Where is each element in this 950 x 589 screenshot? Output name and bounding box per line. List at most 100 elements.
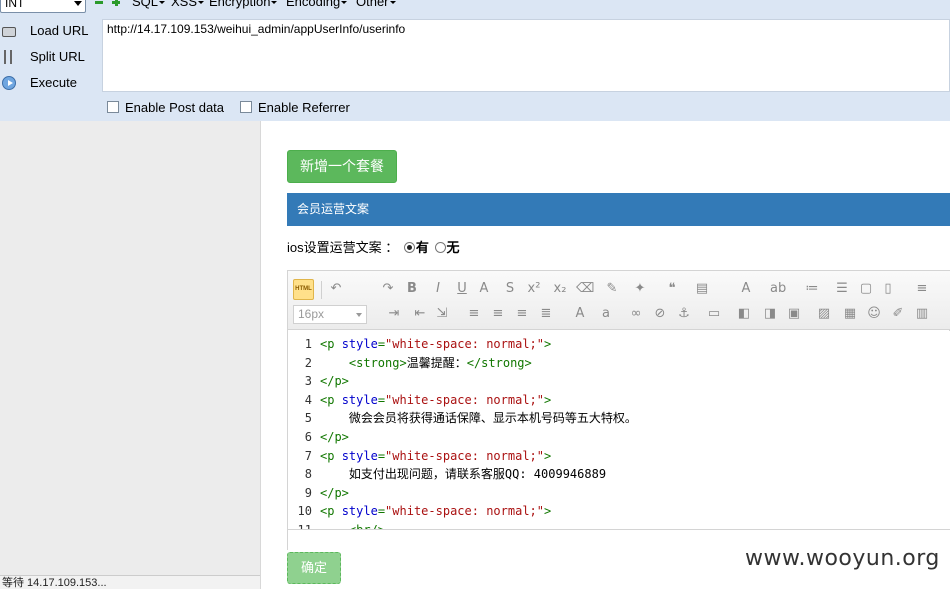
checkbox-box[interactable]	[107, 101, 119, 113]
blockquote-icon[interactable]: ❝	[664, 281, 680, 297]
checkbox-box[interactable]	[240, 101, 252, 113]
line-number: 9	[304, 485, 312, 500]
menu-xss-label: XSS	[171, 0, 198, 9]
hackbar-type-select[interactable]: INT	[0, 0, 86, 13]
menu-xss[interactable]: XSS	[171, 0, 205, 10]
paste-plain-icon[interactable]: ▤	[694, 281, 710, 297]
background-color-icon[interactable]: ab	[770, 281, 786, 297]
scrawl-icon[interactable]: ✐	[890, 306, 906, 322]
link-icon[interactable]: ∞	[628, 306, 644, 322]
hackbar-toolbar: INT SQL XSS Encryption Encoding Other Lo…	[0, 0, 950, 121]
url-input[interactable]	[102, 19, 950, 92]
caret-down-icon	[159, 1, 166, 5]
image-right-icon[interactable]: ◨	[762, 306, 778, 322]
redo-icon[interactable]: ↷	[380, 281, 396, 297]
ltr-icon[interactable]: ⇥	[386, 306, 402, 322]
ios-setting-label: ios设置运营文案 ：	[287, 240, 399, 255]
execute-button[interactable]: Execute	[0, 72, 100, 94]
ios-no-label: 无	[446, 240, 460, 255]
justify-justify-icon[interactable]: ≣	[538, 306, 554, 322]
remove-format-icon[interactable]: ⌫	[576, 281, 594, 297]
paragraph-icon[interactable]: ¶	[946, 281, 950, 297]
split-url-button[interactable]: Split URL	[0, 46, 100, 68]
decrease-icon[interactable]	[95, 0, 103, 6]
code-text: </p>	[320, 485, 349, 500]
confirm-button[interactable]: 确定	[287, 552, 341, 584]
ios-yes-radio[interactable]	[403, 242, 415, 253]
ios-yes-label: 有	[415, 240, 429, 255]
select-all-icon[interactable]: ▢	[858, 281, 874, 297]
html-source-button[interactable]: HTML	[293, 279, 314, 300]
menu-encryption[interactable]: Encryption	[209, 0, 278, 10]
load-url-button[interactable]: Load URL	[0, 20, 100, 42]
strikethrough-icon[interactable]: S	[502, 281, 518, 297]
uppercase-icon[interactable]: A	[572, 306, 588, 322]
ios-no-radio[interactable]	[434, 242, 446, 253]
insert-frame-icon[interactable]: ▥	[914, 306, 930, 322]
line-number: 1	[304, 337, 312, 351]
code-text: <p style="white-space: normal;">	[320, 337, 552, 351]
clear-doc-icon[interactable]: ▯	[880, 281, 896, 297]
row-spacing-icon[interactable]: ≡	[914, 281, 930, 297]
split-url-icon	[4, 50, 12, 64]
justify-left-icon[interactable]: ≡	[466, 306, 482, 322]
subscript-icon[interactable]: x₂	[552, 281, 568, 297]
code-text: </p>	[320, 430, 349, 444]
line-number: 4	[304, 392, 312, 407]
code-text: 如支付出现问题，请联系客服QQ: 4009946889	[320, 467, 607, 482]
menu-encryption-label: Encryption	[209, 0, 271, 9]
play-icon	[2, 76, 16, 90]
format-match-icon[interactable]: ✎	[604, 281, 620, 297]
line-number: 2	[304, 355, 312, 370]
load-url-label: Load URL	[30, 23, 89, 38]
underline-icon[interactable]: U	[454, 281, 470, 297]
insert-image-icon[interactable]: ▦	[842, 306, 858, 322]
image-none-icon[interactable]: ▭	[706, 306, 722, 322]
code-line: 7 <p style="white-space: normal;">	[288, 447, 950, 465]
font-color-icon[interactable]: A	[738, 281, 754, 297]
menu-encoding-label: Encoding	[286, 0, 341, 9]
code-editor[interactable]: 1 <p style="white-space: normal;"> 2 <stro…	[288, 331, 950, 529]
simple-upload-icon[interactable]: ▨	[816, 306, 832, 322]
indent-icon[interactable]: ⇲	[434, 306, 450, 322]
font-size-value: 16px	[298, 307, 325, 321]
enable-post-data-label: Enable Post data	[125, 100, 225, 115]
menu-sql[interactable]: SQL	[132, 0, 166, 10]
left-sidebar	[0, 121, 261, 589]
code-text: 微会会员将获得通话保障、显示本机号码等五大特权。	[320, 411, 637, 426]
ordered-list-icon[interactable]: ≔	[804, 281, 820, 297]
italic-icon[interactable]: I	[430, 281, 446, 297]
font-border-icon[interactable]: A	[476, 281, 492, 297]
image-left-icon[interactable]: ◧	[736, 306, 752, 322]
emotion-icon[interactable]: ☺	[866, 306, 882, 322]
editor-toolbar: HTML ↶↷BIUASx²x₂⌫✎✦❝▤Aab≔☰▢▯≡¶ 16px ⇥⇤⇲≡…	[288, 271, 950, 330]
code-text: <p style="white-space: normal;">	[320, 448, 552, 463]
ios-setting-row: ios设置运营文案 ： 有 无	[287, 240, 460, 256]
code-line: 3 </p>	[288, 372, 950, 390]
rtl-icon[interactable]: ⇤	[412, 306, 428, 322]
superscript-icon[interactable]: x²	[526, 281, 542, 297]
auto-typeset-icon[interactable]: ✦	[632, 281, 648, 297]
lowercase-icon[interactable]: a	[598, 306, 614, 322]
unlink-icon[interactable]: ⊘	[652, 306, 668, 322]
unordered-list-icon[interactable]: ☰	[834, 281, 850, 297]
justify-right-icon[interactable]: ≡	[514, 306, 530, 322]
font-size-select[interactable]: 16px	[293, 305, 367, 324]
increase-icon[interactable]	[112, 0, 120, 6]
justify-center-icon[interactable]: ≡	[490, 306, 506, 322]
menu-other[interactable]: Other	[356, 0, 396, 10]
menu-encoding[interactable]: Encoding	[286, 0, 348, 10]
caret-down-icon	[271, 1, 278, 5]
anchor-icon[interactable]: ⚓	[676, 306, 692, 322]
add-package-button[interactable]: 新增一个套餐	[287, 150, 397, 183]
chevron-down-icon	[356, 313, 362, 317]
bold-icon[interactable]: B	[404, 281, 420, 297]
image-center-icon[interactable]: ▣	[786, 306, 802, 322]
undo-icon[interactable]: ↶	[328, 281, 344, 297]
code-text: <p style="white-space: normal;">	[320, 504, 552, 519]
line-number: 6	[304, 430, 312, 444]
rich-text-editor: HTML ↶↷BIUASx²x₂⌫✎✦❝▤Aab≔☰▢▯≡¶ 16px ⇥⇤⇲≡…	[287, 270, 950, 550]
enable-referrer-label: Enable Referrer	[258, 100, 350, 115]
caret-down-icon	[198, 1, 205, 5]
menu-sql-label: SQL	[132, 0, 159, 9]
